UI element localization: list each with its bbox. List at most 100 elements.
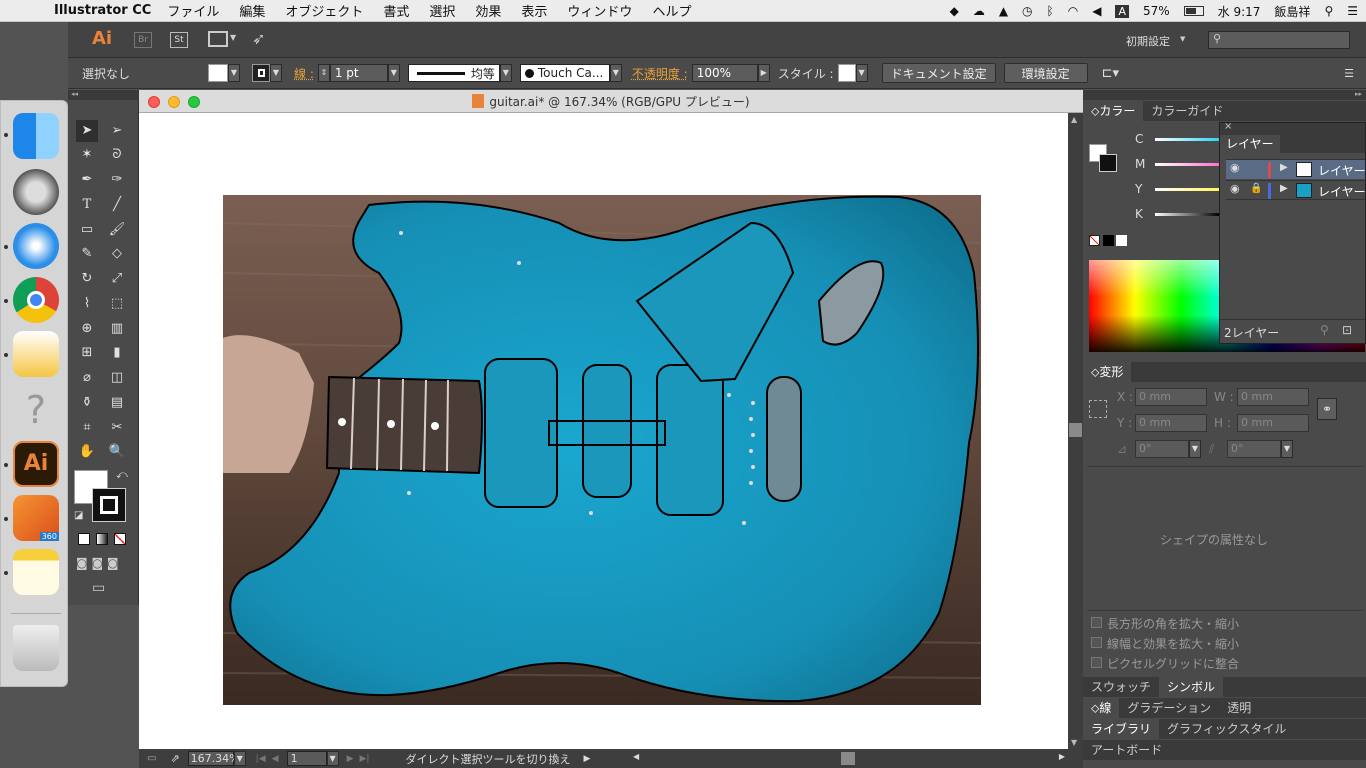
layer-name[interactable]: レイヤー: [1318, 162, 1366, 179]
scroll-right-icon[interactable]: ▶: [1059, 752, 1065, 761]
layer-row[interactable]: ◉ ▶ レイヤー: [1226, 159, 1366, 179]
hand-tool-icon[interactable]: ✋: [76, 441, 98, 463]
opacity-field[interactable]: 100%: [691, 64, 758, 82]
variable-width-profile[interactable]: 均等: [407, 64, 500, 82]
zoom-window-button[interactable]: [188, 96, 200, 108]
rotate-tool-icon[interactable]: ↻: [76, 268, 98, 290]
guitar-artwork[interactable]: [139, 113, 1068, 749]
workspace-switcher[interactable]: 初期設定: [1126, 33, 1170, 49]
pages-icon[interactable]: [13, 331, 59, 377]
tab-libraries[interactable]: ライブラリ: [1083, 719, 1160, 739]
chevron-down-icon[interactable]: ▼: [326, 751, 339, 766]
preferences-button[interactable]: 環境設定: [1003, 63, 1088, 83]
k-slider[interactable]: [1155, 213, 1219, 216]
bridge-pickup-cavity[interactable]: [656, 364, 724, 516]
free-transform-tool-icon[interactable]: ⬚: [106, 293, 128, 315]
chevron-down-icon[interactable]: ▼: [499, 64, 512, 82]
menu-effect[interactable]: 効果: [475, 1, 501, 20]
x-field[interactable]: 0 mm: [1135, 388, 1207, 406]
wifi-icon[interactable]: ◠: [1068, 4, 1078, 18]
user-name[interactable]: 飯島祥: [1274, 3, 1310, 20]
chevron-down-icon[interactable]: ▼: [1180, 35, 1185, 43]
artboard-tool-icon[interactable]: ⌗: [76, 417, 98, 439]
h-field[interactable]: 0 mm: [1237, 414, 1309, 432]
chevron-down-icon[interactable]: ▼: [387, 64, 400, 82]
status-menu-icon[interactable]: ▶: [583, 754, 590, 764]
help-search-input[interactable]: ⚲: [1208, 31, 1350, 49]
input-method-icon[interactable]: A: [1115, 4, 1129, 18]
artboard-number-field[interactable]: 1: [286, 751, 327, 766]
tab-gradient[interactable]: グラデーション: [1119, 698, 1219, 718]
gradient-tool-icon[interactable]: ▮: [106, 342, 128, 364]
layer-row[interactable]: ◉ 🔒 ▶ レイヤー: [1226, 180, 1366, 200]
close-panel-icon[interactable]: ×: [1224, 121, 1232, 132]
artboard-canvas[interactable]: [139, 113, 1068, 749]
chevron-down-icon[interactable]: ▼: [230, 33, 236, 42]
scale-corners-checkbox[interactable]: [1091, 617, 1102, 628]
opacity-label[interactable]: 不透明度 :: [632, 65, 688, 82]
chevron-down-icon[interactable]: ▼: [609, 64, 622, 82]
time-machine-icon[interactable]: ◷: [1022, 4, 1032, 18]
type-tool-icon[interactable]: T: [76, 194, 98, 216]
pen-tool-icon[interactable]: ✒: [76, 169, 98, 191]
guitar-neck[interactable]: [325, 375, 483, 475]
layers-title[interactable]: レイヤー: [1220, 135, 1280, 153]
locate-object-icon[interactable]: ⚲: [1320, 323, 1329, 337]
menu-file[interactable]: ファイル: [167, 1, 219, 20]
clock[interactable]: 水 9:17: [1218, 3, 1261, 20]
chevron-down-icon[interactable]: ▼: [228, 64, 240, 82]
default-colors-icon[interactable]: ◪: [74, 510, 83, 521]
visibility-eye-icon[interactable]: ◉: [1230, 182, 1240, 195]
brush-definition[interactable]: Touch Ca...: [519, 64, 610, 82]
selection-tool-icon[interactable]: ➤: [76, 120, 98, 142]
mesh-tool-icon[interactable]: ⊞: [76, 342, 98, 364]
battery-icon[interactable]: [1183, 6, 1204, 16]
menu-view[interactable]: 表示: [521, 1, 547, 20]
arrange-documents-icon[interactable]: [208, 31, 228, 47]
fusion360-icon[interactable]: 360: [13, 495, 59, 541]
y-slider[interactable]: [1155, 188, 1219, 191]
layer-name[interactable]: レイヤー: [1318, 183, 1366, 200]
none-mode-icon[interactable]: [114, 533, 126, 545]
menu-select[interactable]: 選択: [429, 1, 455, 20]
scroll-up-icon[interactable]: ▲: [1071, 115, 1077, 124]
lasso-tool-icon[interactable]: ᘐ: [106, 144, 128, 166]
chrome-icon[interactable]: [13, 277, 59, 323]
eraser-tool-icon[interactable]: ◇: [106, 243, 128, 265]
dropbox-icon[interactable]: ◆: [950, 4, 959, 18]
w-field[interactable]: 0 mm: [1237, 388, 1309, 406]
stroke-swatch[interactable]: [252, 64, 270, 82]
y-field[interactable]: 0 mm: [1135, 414, 1207, 432]
gpu-icon[interactable]: ▭: [147, 753, 156, 764]
swap-colors-icon[interactable]: ⤺: [116, 468, 128, 482]
export-icon[interactable]: ⇗: [170, 752, 179, 765]
menu-type[interactable]: 書式: [383, 1, 409, 20]
next-artboard-icon[interactable]: ▶: [347, 754, 354, 764]
tab-graphic-styles[interactable]: グラフィックスタイル: [1159, 719, 1294, 739]
zoom-field[interactable]: 167.34%: [187, 751, 240, 766]
screen-mode-icon[interactable]: ▭: [92, 580, 105, 596]
unknown-app-icon[interactable]: ?: [13, 387, 59, 433]
notification-center-icon[interactable]: ☰: [1347, 4, 1358, 18]
chevron-down-icon[interactable]: ▼: [855, 64, 868, 82]
tab-stroke[interactable]: ⬦線: [1083, 698, 1120, 718]
graphic-style-swatch[interactable]: [837, 64, 856, 82]
volume-icon[interactable]: ◀: [1092, 4, 1101, 18]
gpu-performance-icon[interactable]: ➶: [252, 29, 265, 48]
stroke-width-field[interactable]: 1 pt: [329, 64, 388, 82]
tab-symbols[interactable]: シンボル: [1159, 677, 1224, 697]
tab-color-guide[interactable]: カラーガイド: [1143, 101, 1231, 121]
slice-tool-icon[interactable]: ✂: [106, 417, 128, 439]
first-artboard-icon[interactable]: |◀: [256, 754, 266, 764]
scroll-left-icon[interactable]: ◀: [633, 752, 639, 761]
tab-transparency[interactable]: 透明: [1219, 698, 1259, 718]
close-window-button[interactable]: [148, 96, 160, 108]
paintbrush-tool-icon[interactable]: 🖌: [106, 219, 128, 241]
direct-selection-tool-icon[interactable]: ➢: [106, 120, 128, 142]
shear-angle-field[interactable]: 0°: [1227, 440, 1281, 458]
shape-builder-tool-icon[interactable]: ⊕: [76, 318, 98, 340]
panel-menu-icon[interactable]: ☰: [1344, 67, 1354, 80]
battery-percent[interactable]: 57%: [1143, 4, 1170, 18]
white-swatch[interactable]: [1116, 235, 1127, 246]
creative-cloud-icon[interactable]: ☁: [973, 4, 985, 18]
